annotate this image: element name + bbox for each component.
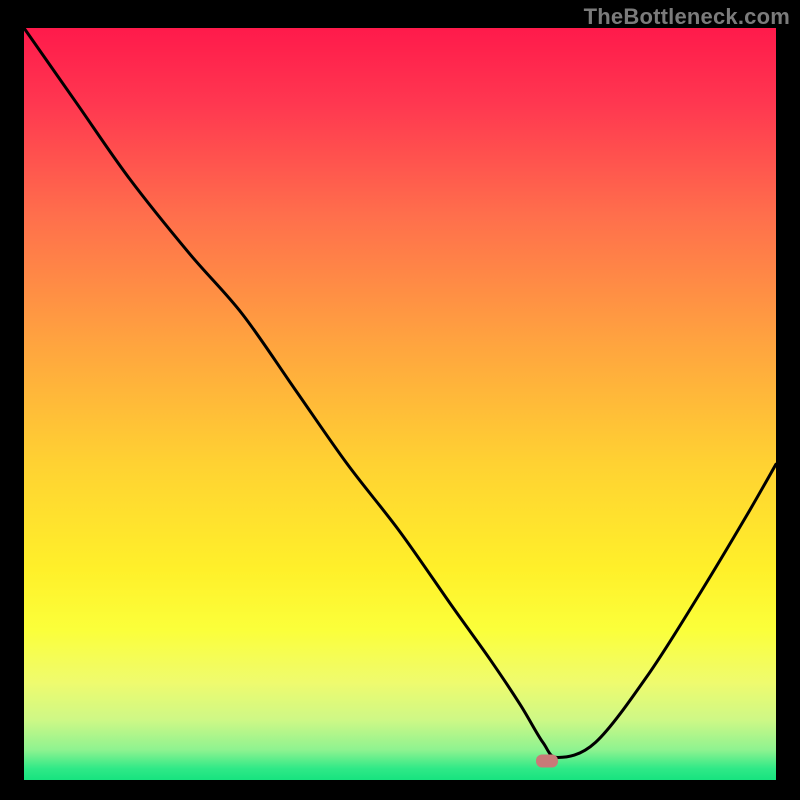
chart-frame: TheBottleneck.com (0, 0, 800, 800)
plot-area (24, 28, 776, 780)
bottleneck-curve (24, 28, 776, 780)
watermark-text: TheBottleneck.com (584, 4, 790, 30)
highlight-marker (536, 755, 558, 768)
